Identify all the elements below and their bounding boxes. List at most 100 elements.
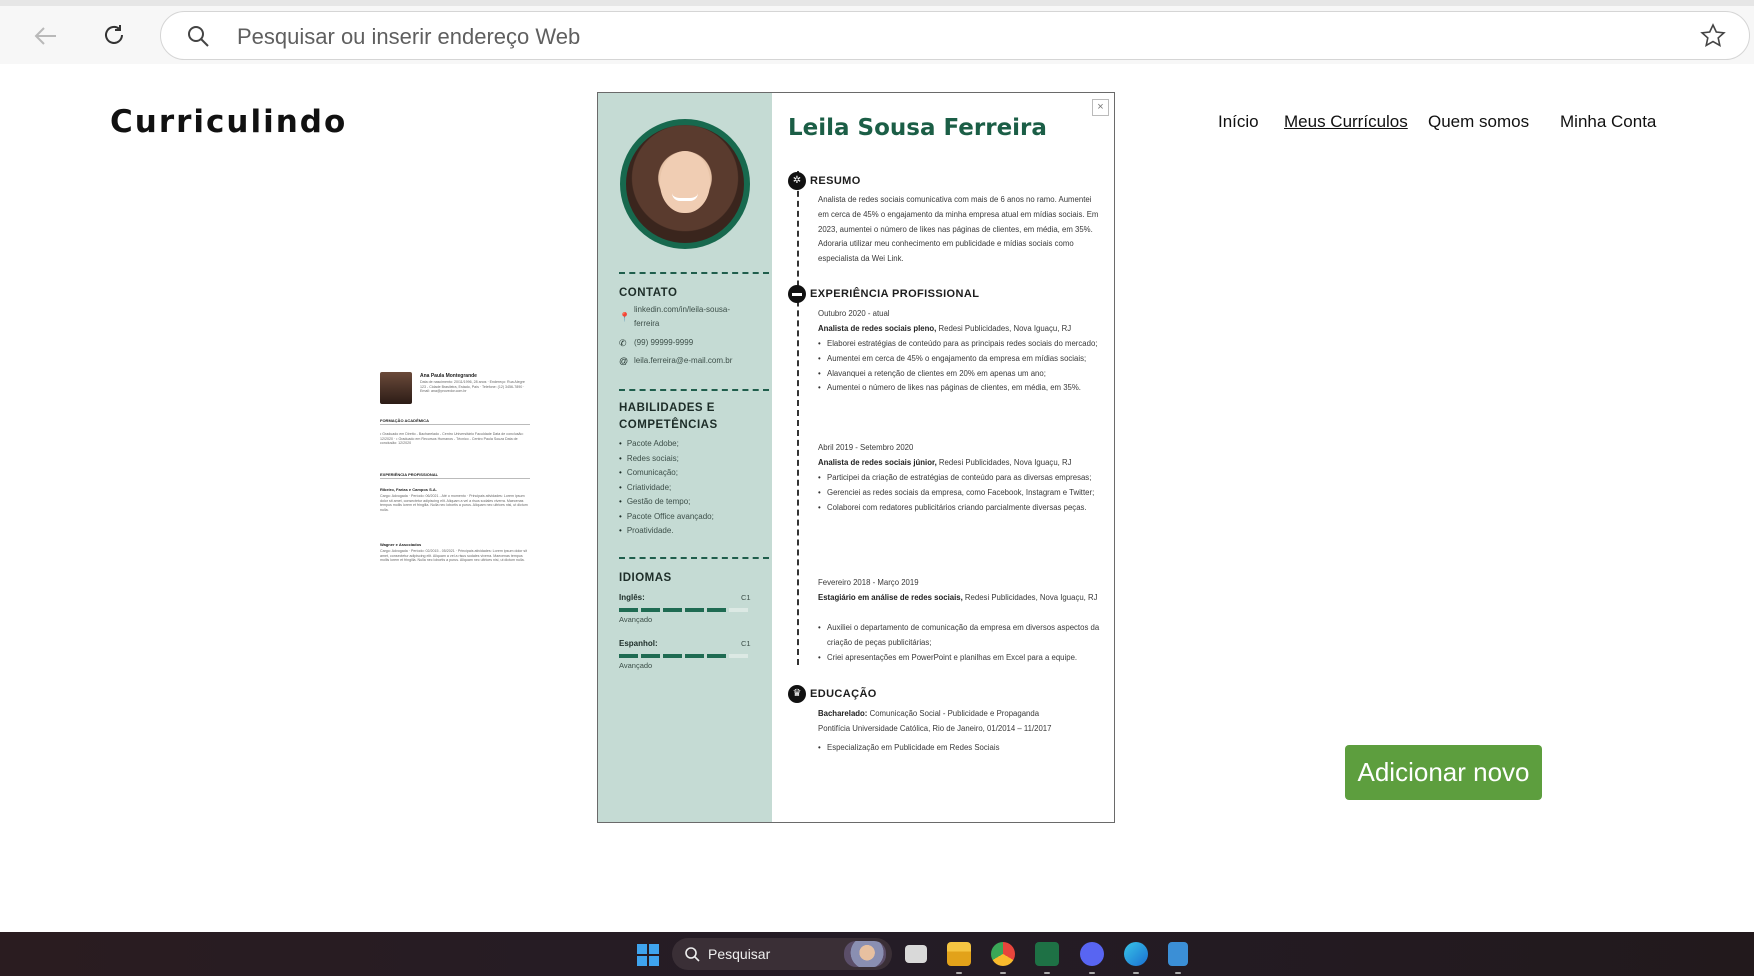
exp3-role-line: Estagiário em análise de redes sociais, … [818,591,1103,606]
level-bar [641,654,660,658]
skill-item: Comunicação; [619,466,714,481]
reload-icon [105,25,123,44]
list-item: Auxiliei o departamento de comunicação d… [818,621,1103,651]
contact-linkedin-1: linkedin.com/in/leila-sousa- [634,305,731,314]
lang-spanish-level: C1 [741,639,751,648]
resumo-text: Analista de redes sociais comunicativa c… [818,195,1099,264]
taskbar-search-label: Pesquisar [708,946,771,962]
exp3-company: Redesi Publicidades, Nova Iguaçu, RJ [964,593,1098,602]
lang-english: Inglês: [619,593,645,602]
profile-face [660,151,710,213]
search-icon [188,26,209,47]
chrome-icon[interactable] [991,942,1015,966]
back-button[interactable] [26,16,66,56]
gear-icon: ✲ [788,172,806,190]
contact-phone: (99) 99999-9999 [634,338,694,347]
close-button[interactable]: × [1092,99,1109,116]
level-bar [619,608,638,612]
idiomas-heading: IDIOMAS [619,572,672,584]
level-bar [685,654,704,658]
divider [619,272,769,274]
level-bar [729,608,748,612]
level-bar [619,654,638,658]
running-indicator [1000,972,1006,974]
windows-start-icon[interactable] [637,944,659,966]
exp2-company: Redesi Publicidades, Nova Iguaçu, RJ [938,458,1072,467]
exp2-role-line: Analista de redes sociais júnior, Redesi… [818,456,1103,471]
list-item: Aumentei em cerca de 45% o engajamento d… [818,352,1103,367]
add-new-button[interactable]: Adicionar novo [1345,745,1542,800]
back-arrow-icon [34,27,56,45]
contact-linkedin-2: ferreira [634,319,660,328]
level-bar [685,608,704,612]
excel-icon[interactable] [1035,942,1059,966]
contato-heading: CONTATO [619,287,678,299]
list-item: Gerenciei as redes sociais da empresa, c… [818,486,1103,501]
lang-english-bars [619,608,748,612]
thumbnail-job1: Ribeiro, Farias e Campos S.A. [380,487,437,492]
running-indicator [1044,972,1050,974]
thumbnail-info: Data de nascimento: 20/11/1996, 28 anos … [420,380,525,394]
phone-icon: ✆ [619,338,627,348]
divider [619,557,769,559]
thumbnail-formacao-items: • Graduado em Direito - Bacharelado - Ce… [380,432,524,446]
exp1-list: Elaborei estratégias de conteúdo para as… [818,337,1103,396]
thumbnail-photo [380,372,412,404]
task-view-icon[interactable] [905,945,927,963]
nav-quem-somos[interactable]: Quem somos [1428,112,1529,132]
nav-meus-curriculos[interactable]: Meus Currículos [1284,112,1408,132]
thumbnail-job2: Wagner e Associados [380,542,422,547]
exp2-list: Participei da criação de estratégias de … [818,471,1103,515]
edu-degree: Bacharelado: [818,709,868,718]
exp3-list: Auxiliei o departamento de comunicação d… [818,621,1103,665]
running-indicator [1175,972,1181,974]
favorite-star-icon[interactable] [1699,22,1727,50]
address-placeholder: Pesquisar ou inserir endereço Web [237,24,581,49]
divider [380,478,530,479]
discord-icon[interactable] [1080,942,1104,966]
edu-school: Pontifícia Universidade Católica, Rio de… [818,724,1052,733]
list-item: Criei apresentações em PowerPoint e plan… [818,651,1103,666]
experiencia-heading: EXPERIÊNCIA PROFISSIONAL [810,288,980,300]
exp1-company: Redesi Publicidades, Nova Iguaçu, RJ [938,324,1072,333]
exp3-period: Fevereiro 2018 - Março 2019 [818,578,919,587]
address-bar[interactable]: Pesquisar ou inserir endereço Web [160,11,1750,60]
edge-icon[interactable] [1124,942,1148,966]
lang-english-level: C1 [741,593,751,602]
resume-sidebar: CONTATO 📍 linkedin.com/in/leila-sousa- f… [598,93,772,822]
lang-spanish: Espanhol: [619,639,658,648]
skill-item: Pacote Adobe; [619,437,714,452]
file-explorer-icon[interactable] [947,942,971,966]
lang-spanish-sub: Avançado [619,661,653,670]
divider [619,389,769,391]
search-icon [685,947,700,962]
taskbar-search[interactable]: Pesquisar [672,938,892,970]
level-bar [707,654,726,658]
location-pin-icon: 📍 [619,312,631,322]
thumbnail-job1-text: Cargo: Advogada · Período: 06/2021 - Até… [380,494,528,513]
skill-item: Gestão de tempo; [619,495,714,510]
lang-english-sub: Avançado [619,615,653,624]
browser-toolbar: Pesquisar ou inserir endereço Web [0,0,1754,64]
nav-minha-conta[interactable]: Minha Conta [1560,112,1656,132]
skills-heading-1: HABILIDADES E [619,402,715,414]
thumbnail-job2-text: Cargo: Advogada · Período: 02/2015 - 05/… [380,549,528,563]
resume-name: Leila Sousa Ferreira [788,115,1047,141]
graduation-icon: ♛ [788,685,806,703]
skills-heading-2: COMPETÊNCIAS [619,419,718,431]
notepad-icon[interactable] [1168,942,1188,966]
site-logo[interactable]: Curriculindo [110,104,347,140]
list-item: Alavanquei a retenção de clientes em 20%… [818,367,1103,382]
skill-item: Redes sociais; [619,452,714,467]
taskbar: Pesquisar [0,932,1754,976]
divider [380,424,530,425]
skills-list: Pacote Adobe; Redes sociais; Comunicação… [619,437,714,539]
nav-inicio[interactable]: Início [1218,112,1259,132]
reload-button[interactable] [94,16,134,56]
skill-item: Criatividade; [619,481,714,496]
profile-photo [620,119,750,249]
exp1-period: Outubro 2020 - atual [818,309,890,318]
resume-thumbnail[interactable]: Ana Paula Montegrande Data de nascimento… [378,370,533,585]
running-indicator [956,972,962,974]
resume-preview: CONTATO 📍 linkedin.com/in/leila-sousa- f… [597,92,1115,823]
